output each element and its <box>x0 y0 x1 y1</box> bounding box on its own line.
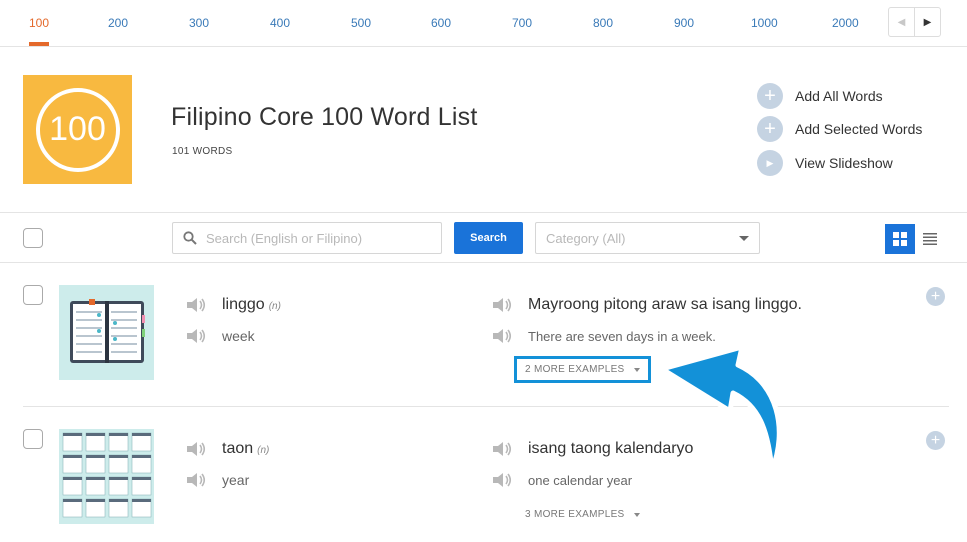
category-value: Category (All) <box>546 230 626 246</box>
word-gloss: year <box>222 472 250 488</box>
part-of-speech: (n) <box>257 445 270 456</box>
add-word-button[interactable]: + <box>926 287 945 306</box>
level-tab-bar: 100 200 300 400 500 600 700 800 900 1000… <box>0 0 967 47</box>
select-all-checkbox[interactable] <box>23 228 43 248</box>
more-examples-button[interactable]: 3 MORE EXAMPLES <box>525 509 640 520</box>
tab-level-900[interactable]: 900 <box>674 16 694 30</box>
word-checkbox[interactable] <box>23 285 43 305</box>
tab-level-1000[interactable]: 1000 <box>751 16 778 30</box>
plus-icon: + <box>757 83 783 109</box>
more-examples-label: 2 MORE EXAMPLES <box>525 364 625 375</box>
search-button[interactable]: Search <box>454 222 523 254</box>
search-field <box>172 222 442 254</box>
word-gloss: week <box>222 328 255 344</box>
part-of-speech: (n) <box>268 301 281 312</box>
add-selected-words-button[interactable]: + Add Selected Words <box>757 116 922 142</box>
word-count: 101 WORDS <box>172 146 233 157</box>
add-selected-words-label: Add Selected Words <box>795 121 923 137</box>
search-input[interactable] <box>206 230 426 246</box>
word-list-badge-icon: 100 <box>23 75 132 184</box>
word-term: linggo (n) <box>222 296 281 314</box>
plus-icon: + <box>930 431 941 449</box>
tab-level-800[interactable]: 800 <box>593 16 613 30</box>
speaker-icon[interactable] <box>492 328 512 344</box>
add-all-words-label: Add All Words <box>795 88 883 104</box>
chevron-down-icon <box>633 512 640 517</box>
tab-level-2000[interactable]: 2000 <box>832 16 859 30</box>
speaker-icon[interactable] <box>186 472 206 488</box>
grid-view-button[interactable] <box>885 224 915 254</box>
list-view-button[interactable] <box>915 224 945 254</box>
grid-icon <box>893 232 907 246</box>
word-checkbox[interactable] <box>23 429 43 449</box>
more-examples-label: 3 MORE EXAMPLES <box>525 509 625 520</box>
more-examples-button[interactable]: 2 MORE EXAMPLES <box>514 356 651 383</box>
row-divider <box>23 406 949 407</box>
add-word-button[interactable]: + <box>926 431 945 450</box>
list-toolbar: Search Category (All) <box>0 212 967 263</box>
tab-level-500[interactable]: 500 <box>351 16 371 30</box>
example-translation: one calendar year <box>528 473 633 488</box>
chevron-down-icon <box>633 367 640 372</box>
tab-level-400[interactable]: 400 <box>270 16 290 30</box>
speaker-icon[interactable] <box>186 441 206 457</box>
callout-arrow-icon <box>659 344 782 473</box>
word-text: linggo <box>222 296 265 313</box>
badge-number: 100 <box>35 87 120 172</box>
tab-level-300[interactable]: 300 <box>189 16 209 30</box>
word-text: taon <box>222 440 254 457</box>
speaker-icon[interactable] <box>492 441 512 457</box>
speaker-icon[interactable] <box>186 297 206 313</box>
add-all-words-button[interactable]: + Add All Words <box>757 83 883 109</box>
speaker-icon[interactable] <box>492 472 512 488</box>
tab-level-700[interactable]: 700 <box>512 16 532 30</box>
word-term: taon (n) <box>222 440 269 458</box>
speaker-icon[interactable] <box>186 328 206 344</box>
tab-level-100[interactable]: 100 <box>29 16 49 30</box>
plus-icon: + <box>930 287 941 305</box>
tab-level-200[interactable]: 200 <box>108 16 128 30</box>
active-tab-indicator <box>29 42 49 46</box>
search-icon <box>183 231 197 245</box>
view-slideshow-label: View Slideshow <box>795 155 893 171</box>
planner-icon <box>59 285 154 380</box>
list-icon <box>923 233 937 245</box>
calendar-grid-icon <box>59 429 154 524</box>
pager-prev-button[interactable]: ◀ <box>889 8 915 36</box>
level-pager: ◀ ▶ <box>888 7 941 37</box>
page-title: Filipino Core 100 Word List <box>171 103 478 131</box>
category-select[interactable]: Category (All) <box>535 222 760 254</box>
speaker-icon[interactable] <box>492 297 512 313</box>
tab-level-600[interactable]: 600 <box>431 16 451 30</box>
example-sentence: Mayroong pitong araw sa isang linggo. <box>528 296 802 313</box>
plus-icon: + <box>757 116 783 142</box>
play-icon: ▶ <box>757 150 783 176</box>
pager-next-button[interactable]: ▶ <box>915 8 940 36</box>
view-slideshow-button[interactable]: ▶ View Slideshow <box>757 150 893 176</box>
chevron-down-icon <box>739 235 749 241</box>
